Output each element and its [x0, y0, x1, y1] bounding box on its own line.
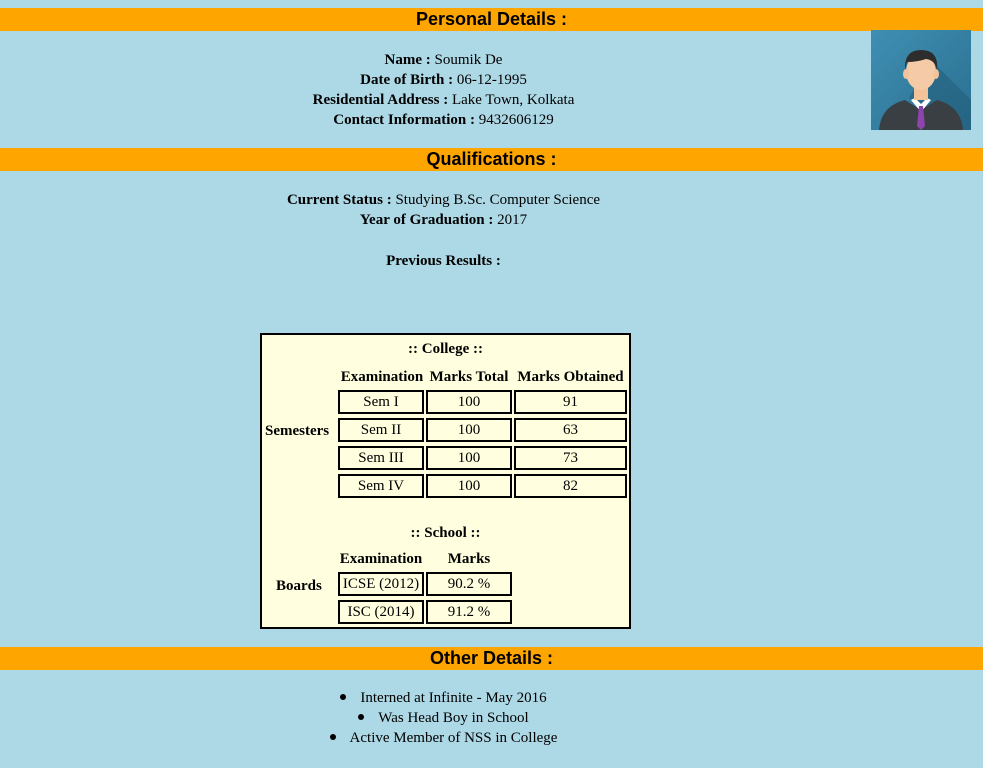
contact-label: Contact Information :: [333, 112, 475, 128]
previous-results-line: Previous Results :: [0, 251, 887, 271]
address-line: Residential Address : Lake Town, Kolkata: [0, 90, 887, 110]
college-cell: Sem III: [338, 446, 424, 470]
status-value: Studying B.Sc. Computer Science: [395, 192, 601, 208]
graduation-line: Year of Graduation : 2017: [0, 210, 887, 230]
boards-label: Boards: [276, 578, 322, 594]
qualifications-heading: Qualifications :: [0, 148, 983, 171]
list-item-text: Active Member of NSS in College: [349, 730, 558, 746]
college-header-marks-obtained: Marks Obtained: [517, 369, 624, 385]
person-avatar-icon: [871, 30, 971, 130]
list-item: Was Head Boy in School: [0, 708, 887, 728]
address-value: Lake Town, Kolkata: [451, 92, 575, 108]
college-caption: :: College ::: [408, 341, 483, 357]
status-label: Current Status :: [286, 192, 392, 208]
college-cell: Sem IV: [338, 474, 424, 498]
college-cell: 73: [514, 446, 627, 470]
school-cell: 91.2 %: [426, 600, 512, 624]
school-header-marks: Marks: [447, 551, 491, 567]
address-label: Residential Address :: [312, 92, 449, 108]
college-cell: 100: [426, 418, 512, 442]
contact-line: Contact Information : 9432606129: [0, 110, 887, 130]
name-line: Name : Soumik De: [0, 50, 887, 70]
graduation-value: 2017: [497, 212, 528, 228]
college-cell: Sem I: [338, 390, 424, 414]
dob-line: Date of Birth : 06-12-1995: [0, 70, 887, 90]
college-cell: 63: [514, 418, 627, 442]
college-cell: 100: [426, 446, 512, 470]
name-label: Name :: [384, 52, 431, 68]
school-cell: 90.2 %: [426, 572, 512, 596]
status-line: Current Status : Studying B.Sc. Computer…: [0, 190, 887, 210]
other-details-heading: Other Details :: [0, 647, 983, 670]
college-cell: 100: [426, 474, 512, 498]
college-cell: 100: [426, 390, 512, 414]
semesters-label: Semesters: [265, 423, 330, 439]
graduation-label: Year of Graduation :: [359, 212, 494, 228]
school-cell: ISC (2014): [338, 600, 424, 624]
college-cell: Sem II: [338, 418, 424, 442]
list-item-text: Interned at Infinite - May 2016: [360, 690, 547, 706]
list-item: Interned at Infinite - May 2016: [0, 688, 887, 708]
dob-label: Date of Birth :: [360, 72, 454, 88]
bullet-icon: [340, 693, 347, 700]
college-cell: 91: [514, 390, 627, 414]
contact-value: 9432606129: [478, 112, 554, 128]
results-table: :: College :: Examination Marks Total Ma…: [260, 333, 631, 629]
college-header-marks-total: Marks Total: [429, 369, 509, 385]
dob-value: 06-12-1995: [456, 72, 527, 88]
college-cell: 82: [514, 474, 627, 498]
other-details-list: Interned at Infinite - May 2016 Was Head…: [0, 688, 887, 748]
previous-results-label: Previous Results :: [386, 253, 501, 269]
bullet-icon: [329, 733, 336, 740]
list-item-text: Was Head Boy in School: [378, 710, 529, 726]
personal-details-heading: Personal Details :: [0, 8, 983, 31]
school-header-examination: Examination: [339, 551, 423, 567]
school-caption: :: School ::: [410, 525, 481, 541]
school-cell: ICSE (2012): [338, 572, 424, 596]
bullet-icon: [358, 713, 365, 720]
name-value: Soumik De: [434, 52, 503, 68]
list-item: Active Member of NSS in College: [0, 728, 887, 748]
college-header-examination: Examination: [340, 369, 424, 385]
